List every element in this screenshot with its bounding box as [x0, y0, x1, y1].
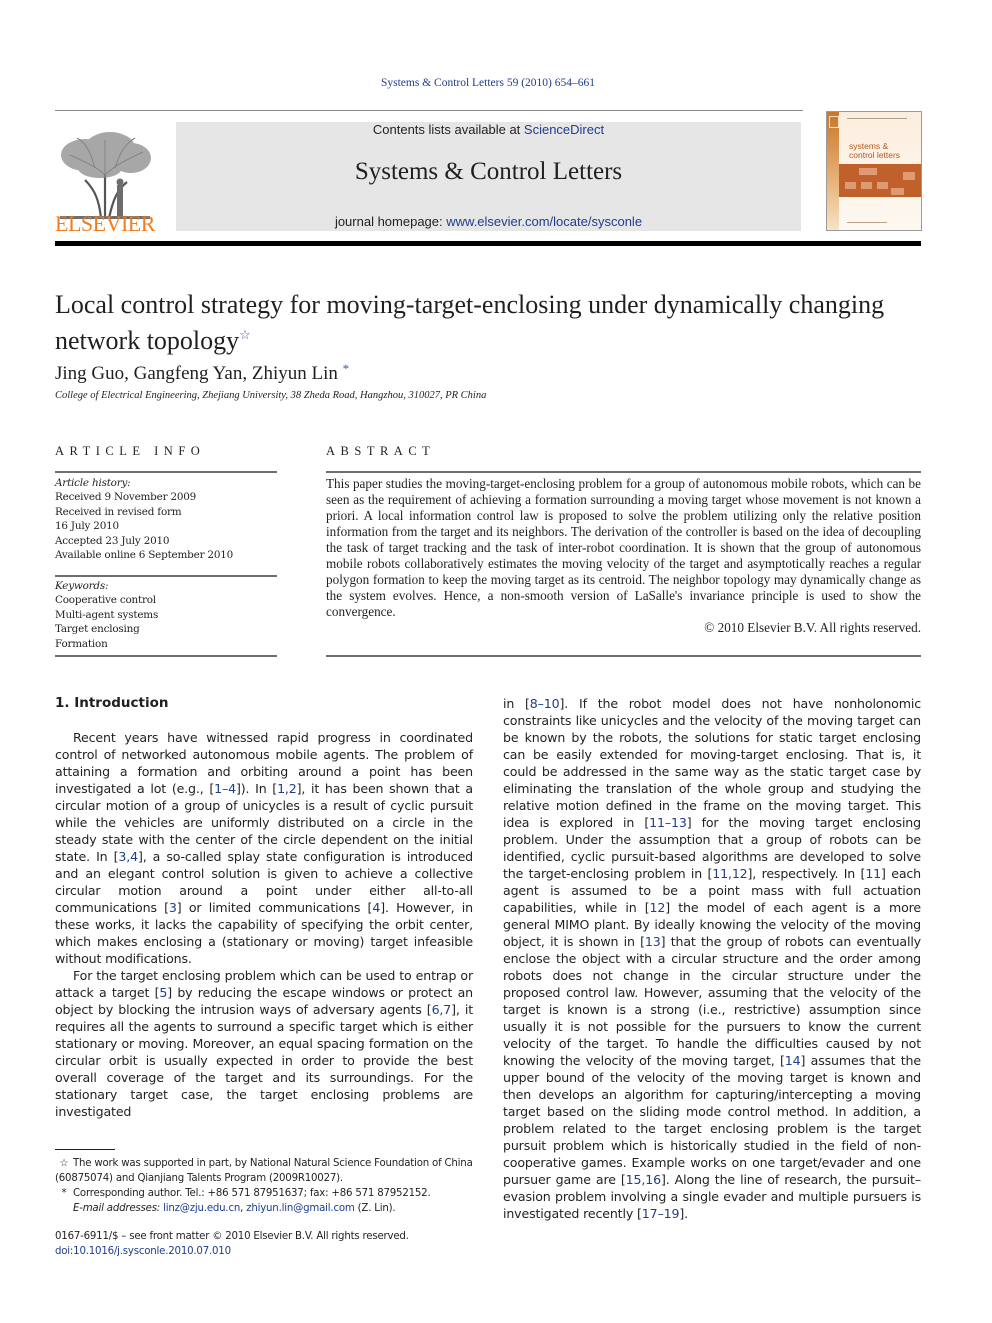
journal-citation-link[interactable]: Systems & Control Letters 59 (2010) 654–… [0, 77, 976, 89]
history-item: Received in revised form [55, 505, 182, 518]
paragraph: in [8–10]. If the robot model does not h… [503, 695, 921, 1222]
affiliation: College of Electrical Engineering, Zheji… [55, 390, 487, 401]
abstract-rule-top [326, 471, 921, 473]
history-item: 16 July 2010 [55, 520, 119, 533]
masthead-divider [55, 241, 921, 246]
issn-line: 0167-6911/$ – see front matter © 2010 El… [55, 1231, 409, 1242]
citation-link[interactable]: 6,7 [432, 1002, 452, 1017]
title-line1: Local control strategy for moving-target… [55, 290, 885, 319]
title-line2: network topology [55, 326, 240, 355]
article-info-heading: ARTICLE INFO [55, 444, 206, 458]
keyword: Cooperative control [55, 594, 156, 607]
contents-prefix: Contents lists available at [372, 122, 524, 137]
homepage-line: journal homepage: www.elsevier.com/locat… [176, 214, 801, 229]
footnote-corresponding: * Corresponding author. Tel.: +86 571 879… [55, 1186, 475, 1216]
footnote-funding: ☆ The work was supported in part, by Nati… [55, 1156, 475, 1186]
paragraph-text: ] or limited communications [ [176, 900, 373, 915]
article-info-rule-mid [55, 575, 277, 577]
top-divider [55, 110, 803, 111]
keyword: Target enclosing [55, 623, 140, 636]
email-label: E-mail addresses: [73, 1203, 161, 1214]
keywords: Keywords: Cooperative control Multi-agen… [55, 579, 277, 651]
citation-link[interactable]: 11,12 [712, 866, 747, 881]
email-link[interactable]: linz@zju.edu.cn [163, 1203, 240, 1214]
footnote-corresponding-text: Corresponding author. Tel.: +86 571 8795… [73, 1188, 431, 1199]
front-matter: 0167-6911/$ – see front matter © 2010 El… [55, 1229, 409, 1259]
journal-homepage-link[interactable]: www.elsevier.com/locate/sysconle [446, 214, 642, 229]
elsevier-wordmark: ELSEVIER [55, 211, 155, 236]
cover-title: systems & control letters [849, 142, 900, 160]
paragraph-text: ]. [679, 1206, 688, 1221]
paragraph: Recent years have witnessed rapid progre… [55, 729, 473, 967]
homepage-prefix: journal homepage: [334, 214, 447, 229]
cover-block-diagram-icon [839, 164, 921, 197]
body-column-right: in [8–10]. If the robot model does not h… [503, 695, 921, 1222]
citation-link[interactable]: 12 [650, 900, 666, 915]
title-footnote-star-link[interactable]: ☆ [239, 327, 251, 342]
article-info-rule-top [55, 471, 277, 473]
paragraph-text: ]. If the robot model does not have nonh… [503, 696, 921, 830]
article-title: Local control strategy for moving-target… [55, 290, 925, 356]
footnote-asterisk-icon: * [61, 1188, 67, 1199]
article-info-rule-bottom [55, 655, 277, 657]
corresponding-author-link[interactable]: * [343, 361, 350, 376]
footnote-divider [55, 1149, 115, 1150]
email-link[interactable]: zhiyun.lin@gmail.com [246, 1203, 355, 1214]
keywords-label: Keywords: [55, 580, 109, 592]
body-column-left: Recent years have witnessed rapid progre… [55, 729, 473, 1120]
doi-link[interactable]: doi:10.1016/j.sysconle.2010.07.010 [55, 1244, 409, 1259]
journal-banner: Contents lists available at ScienceDirec… [176, 122, 801, 231]
keyword: Formation [55, 637, 108, 650]
abstract-copyright: © 2010 Elsevier B.V. All rights reserved… [704, 620, 921, 635]
sciencedirect-link[interactable]: ScienceDirect [524, 122, 604, 137]
citation-link[interactable]: 3 [169, 900, 177, 915]
cover-title-line2: control letters [849, 150, 901, 160]
paragraph-text: ]). In [ [235, 781, 278, 796]
cover-emblem-icon [829, 116, 839, 128]
paragraph-text: ] assumes that the upper bound of the ve… [503, 1053, 921, 1187]
cover-botline [847, 222, 887, 223]
cover-topline [847, 118, 907, 119]
paragraph-text: ], it requires all the agents to surroun… [55, 1002, 474, 1119]
history-label: Article history: [55, 477, 131, 489]
journal-title: Systems & Control Letters [354, 158, 623, 185]
keyword: Multi-agent systems [55, 608, 159, 621]
paragraph-text: in [ [503, 696, 530, 711]
author-list: Jing Guo, Gangfeng Yan, Zhiyun Lin * [55, 361, 349, 385]
footnote-star-icon: ☆ [59, 1158, 69, 1169]
history-item: Received 9 November 2009 [55, 491, 197, 504]
paragraph-text: ] that the group of robots can eventuall… [503, 934, 921, 1068]
paragraph: For the target enclosing problem which c… [55, 967, 473, 1120]
citation-link[interactable]: 3,4 [118, 849, 138, 864]
abstract-text: This paper studies the moving-target-enc… [326, 476, 921, 619]
citation-link[interactable]: 1–4 [214, 781, 236, 796]
citation-link[interactable]: 1,2 [277, 781, 297, 796]
citation-link[interactable]: 13 [645, 934, 661, 949]
journal-cover-thumbnail[interactable]: systems & control letters [826, 111, 922, 231]
citation-link[interactable]: 17–19 [642, 1206, 680, 1221]
citation-link[interactable]: 11–13 [649, 815, 687, 830]
history-item: Accepted 23 July 2010 [55, 534, 170, 547]
section-heading-introduction: 1. Introduction [55, 695, 169, 711]
cover-side-band [827, 112, 839, 230]
history-item: Available online 6 September 2010 [55, 549, 234, 562]
citation-link[interactable]: 15,16 [626, 1172, 661, 1187]
abstract-heading: ABSTRACT [326, 444, 436, 458]
citation-link[interactable]: 11 [865, 866, 881, 881]
contents-line: Contents lists available at ScienceDirec… [176, 122, 801, 137]
article-history: Article history: Received 9 November 200… [55, 476, 277, 562]
citation-link[interactable]: 8–10 [530, 696, 560, 711]
paragraph-text: ], respectively. In [ [747, 866, 866, 881]
citation-link[interactable]: 14 [785, 1053, 801, 1068]
abstract-rule-bottom [326, 655, 921, 657]
author-names: Jing Guo, Gangfeng Yan, Zhiyun Lin [55, 363, 338, 384]
email-suffix: (Z. Lin). [354, 1203, 396, 1214]
footnote-funding-text: The work was supported in part, by Natio… [55, 1158, 473, 1184]
